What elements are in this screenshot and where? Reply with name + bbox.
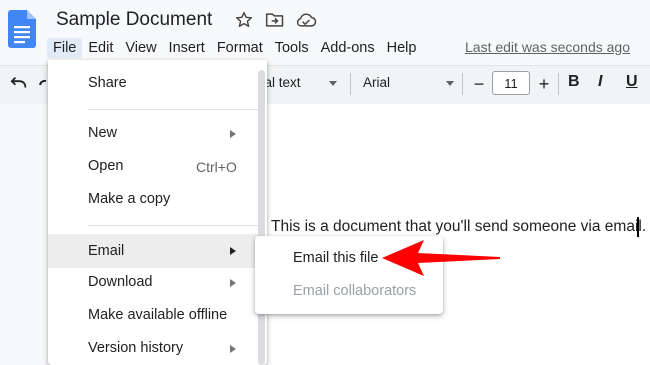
menu-option-email[interactable]: Email <box>48 234 258 268</box>
menu-insert[interactable]: Insert <box>163 38 211 58</box>
menu-bar: File Edit View Insert Format Tools Add-o… <box>47 37 422 59</box>
menu-option-offline[interactable]: Make available offline <box>48 302 258 330</box>
menu-option-version-history[interactable]: Version history <box>48 335 258 363</box>
toolbar-divider <box>350 73 351 95</box>
star-icon[interactable] <box>233 10 255 30</box>
underline-button[interactable]: U <box>626 73 638 91</box>
menu-view[interactable]: View <box>119 38 162 58</box>
document-text[interactable]: This is a document that you'll send some… <box>271 218 646 236</box>
text-cursor <box>637 217 639 237</box>
menu-option-make-copy[interactable]: Make a copy <box>48 186 258 214</box>
menu-add-ons[interactable]: Add-ons <box>315 38 381 58</box>
submenu-arrow-icon <box>230 130 236 138</box>
menu-file[interactable]: File <box>47 38 83 58</box>
menu-edit[interactable]: Edit <box>82 38 119 58</box>
style-dropdown-icon[interactable] <box>329 81 337 86</box>
submenu-arrow-icon <box>230 345 236 353</box>
menu-divider <box>88 109 258 110</box>
new-label: New <box>88 125 118 141</box>
submenu-arrow-icon <box>230 279 236 287</box>
menu-tools[interactable]: Tools <box>269 38 315 58</box>
menu-option-open[interactable]: Open Ctrl+O <box>48 153 258 181</box>
cloud-saved-icon[interactable] <box>295 10 317 30</box>
menu-option-download[interactable]: Download <box>48 269 258 297</box>
file-menu: Share New Open Ctrl+O Make a copy Email … <box>48 60 267 365</box>
email-label: Email <box>88 243 125 259</box>
make-copy-label: Make a copy <box>88 191 171 207</box>
move-to-folder-icon[interactable] <box>264 10 286 30</box>
open-shortcut: Ctrl+O <box>196 159 237 175</box>
email-collaborators-option: Email collaborators <box>293 283 417 299</box>
font-size-input[interactable]: 11 <box>492 71 530 95</box>
redo-icon[interactable] <box>38 75 48 96</box>
toolbar-divider <box>462 73 463 95</box>
last-edit-link[interactable]: Last edit was seconds ago <box>465 39 630 55</box>
version-history-label: Version history <box>88 340 184 356</box>
share-label: Share <box>88 75 127 91</box>
menu-option-share[interactable]: Share <box>48 70 258 98</box>
italic-button[interactable]: I <box>598 73 602 91</box>
menu-format[interactable]: Format <box>211 38 269 58</box>
menu-scrollbar[interactable] <box>258 70 265 365</box>
menu-divider <box>88 225 258 226</box>
email-this-file-option[interactable]: Email this file <box>293 250 378 266</box>
download-label: Download <box>88 274 153 290</box>
annotation-arrow-icon <box>380 238 502 278</box>
menu-option-new[interactable]: New <box>48 120 258 148</box>
open-label: Open <box>88 158 124 174</box>
toolbar-divider <box>558 73 559 95</box>
decrease-font-size-button[interactable]: − <box>469 73 489 95</box>
increase-font-size-button[interactable]: + <box>534 73 554 95</box>
docs-logo-icon[interactable] <box>8 10 36 48</box>
font-select[interactable]: Arial <box>363 75 390 90</box>
submenu-arrow-icon <box>230 247 236 255</box>
undo-icon[interactable] <box>10 75 28 96</box>
document-title[interactable]: Sample Document <box>56 9 212 31</box>
bold-button[interactable]: B <box>568 73 580 91</box>
offline-label: Make available offline <box>88 307 228 323</box>
menu-help[interactable]: Help <box>381 38 423 58</box>
font-dropdown-icon[interactable] <box>446 81 454 86</box>
